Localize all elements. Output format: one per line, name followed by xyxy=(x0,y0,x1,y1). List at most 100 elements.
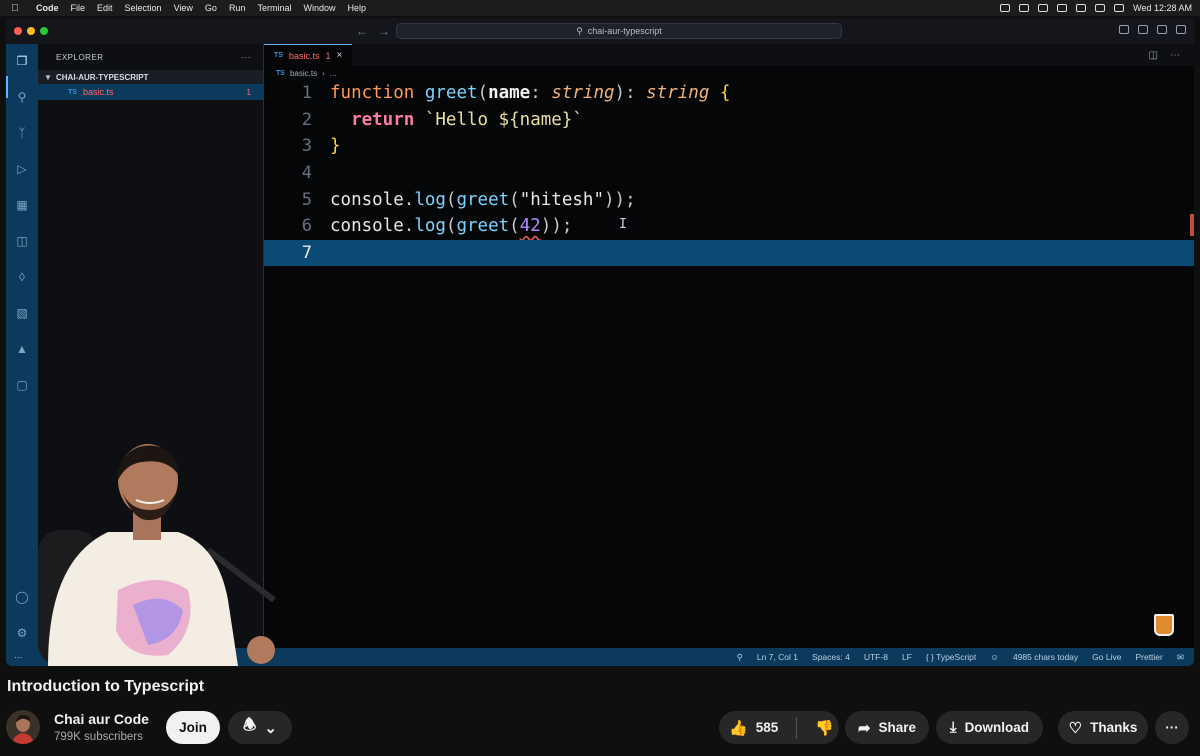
tab-problem-count: 1 xyxy=(325,50,331,61)
bluetooth-icon[interactable] xyxy=(1076,4,1087,12)
close-window-button[interactable] xyxy=(14,27,22,35)
menubar-clock[interactable]: Wed 12:28 AM xyxy=(1133,3,1192,13)
code-line: 5 console. log(greet("hitesh")); xyxy=(264,186,1194,213)
join-button[interactable]: Join xyxy=(166,711,220,744)
shield-icon[interactable] xyxy=(1019,4,1030,12)
explorer-file-item[interactable]: TS basic.ts 1 xyxy=(38,84,263,100)
brace-token: { xyxy=(709,83,731,104)
code-editor[interactable]: 1 function greet(name: string): string { … xyxy=(264,80,1194,267)
notification-bell-button[interactable]: 🕭 ⌄ xyxy=(228,711,292,744)
layers-icon[interactable]: ◊ xyxy=(15,270,29,284)
menu-selection[interactable]: Selection xyxy=(119,3,168,13)
menu-go[interactable]: Go xyxy=(199,3,223,13)
gear-icon[interactable]: ⚙ xyxy=(15,626,29,640)
punctuation-token: ( xyxy=(509,189,520,210)
file-name: basic.ts xyxy=(82,87,114,97)
forward-arrow-icon[interactable]: → xyxy=(378,24,390,38)
explorer-folder[interactable]: ▼ CHAI-AUR-TYPESCRIPT xyxy=(38,70,263,84)
param-token: name xyxy=(488,83,531,104)
method-token: log xyxy=(414,216,446,237)
status-language[interactable]: { } TypeScript xyxy=(926,652,976,662)
punctuation-token: ( xyxy=(445,216,457,237)
explorer-title: EXPLORER xyxy=(56,52,104,62)
search-icon[interactable]: ⚲ xyxy=(737,652,743,663)
menu-terminal[interactable]: Terminal xyxy=(251,3,297,13)
punctuation-token: : xyxy=(530,83,552,104)
toggle-panel-icon[interactable] xyxy=(1157,25,1167,34)
battery-icon[interactable] xyxy=(1057,4,1068,12)
code-line: 2 return `Hello ${name}` xyxy=(264,107,1194,134)
layout-controls xyxy=(1119,25,1186,34)
status-go-live[interactable]: Go Live xyxy=(1092,652,1121,662)
toggle-sidebar-icon[interactable] xyxy=(1138,25,1148,34)
breadcrumb-file[interactable]: basic.ts xyxy=(290,69,317,78)
more-options-button[interactable]: ··· xyxy=(1155,711,1189,744)
keyword-token: return xyxy=(351,109,415,130)
code-line: 6 console. log(greet(42)); I xyxy=(264,213,1194,240)
thumbs-down-icon[interactable]: 👎 xyxy=(815,719,834,737)
punctuation-token: ): xyxy=(614,83,647,104)
like-dislike-group: 👍 585 👎 xyxy=(719,711,839,744)
menu-file[interactable]: File xyxy=(65,3,92,13)
status-chars-today[interactable]: 4985 chars today xyxy=(1013,652,1078,662)
channel-name[interactable]: Chai aur Code xyxy=(54,711,149,727)
split-editor-icon[interactable]: ◫ xyxy=(1149,50,1158,61)
thanks-button[interactable]: ♡ Thanks xyxy=(1058,711,1148,744)
menu-run[interactable]: Run xyxy=(223,3,252,13)
zoom-window-button[interactable] xyxy=(40,27,48,35)
status-cursor-position[interactable]: Ln 7, Col 1 xyxy=(757,652,798,662)
command-center[interactable]: ⚲ chai-aur-typescript xyxy=(396,23,842,39)
toggle-secondary-sidebar-icon[interactable] xyxy=(1176,25,1186,34)
thumbs-up-icon[interactable]: 👍 xyxy=(729,719,748,737)
run-debug-icon[interactable]: ▷ xyxy=(15,162,29,176)
extensions-icon[interactable]: ▦ xyxy=(15,198,29,212)
punctuation-token: )); xyxy=(540,216,573,237)
status-eol[interactable]: LF xyxy=(902,652,912,662)
cube-icon[interactable]: ▢ xyxy=(15,378,29,392)
download-icon: ⤓ xyxy=(949,719,957,736)
terminal-icon[interactable]: ▧ xyxy=(15,306,29,320)
search-icon[interactable]: ⚲ xyxy=(15,90,29,104)
copilot-icon[interactable]: ☺ xyxy=(990,652,999,662)
menu-help[interactable]: Help xyxy=(341,3,372,13)
like-count[interactable]: 585 xyxy=(756,720,779,735)
thanks-label: Thanks xyxy=(1090,720,1138,735)
wifi-icon[interactable] xyxy=(1095,4,1106,12)
record-icon[interactable] xyxy=(1000,4,1011,12)
search-icon: ⚲ xyxy=(576,25,583,36)
explorer-more-button[interactable]: ··· xyxy=(242,53,252,62)
database-icon[interactable]: ◫ xyxy=(15,234,29,248)
editor-tabs: TS basic.ts 1 × xyxy=(264,44,1194,66)
menu-app[interactable]: Code xyxy=(30,3,65,13)
function-name-token: greet xyxy=(456,216,510,237)
close-icon[interactable]: × xyxy=(336,50,342,61)
remote-icon[interactable]: ⋯ xyxy=(14,652,23,663)
prisma-icon[interactable]: ▲ xyxy=(15,342,29,356)
more-actions-icon[interactable]: ⋯ xyxy=(1170,50,1180,61)
keyword-token: function xyxy=(330,83,415,104)
scrollbar-error-marker[interactable] xyxy=(1190,214,1194,236)
menu-window[interactable]: Window xyxy=(297,3,341,13)
breadcrumb-symbol[interactable]: ... xyxy=(330,69,337,78)
back-arrow-icon[interactable]: ← xyxy=(356,24,368,38)
status-encoding[interactable]: UTF-8 xyxy=(864,652,888,662)
punctuation-token: )); xyxy=(604,189,636,210)
avatar[interactable] xyxy=(6,710,40,744)
menu-view[interactable]: View xyxy=(168,3,199,13)
status-prettier[interactable]: Prettier xyxy=(1135,652,1162,662)
minimize-window-button[interactable] xyxy=(27,27,35,35)
notifications-icon[interactable]: ✉ xyxy=(1177,652,1184,663)
source-control-icon[interactable]: ᛉ xyxy=(15,126,29,140)
files-icon[interactable]: ❐ xyxy=(15,54,29,68)
download-button[interactable]: ⤓ Download xyxy=(936,711,1043,744)
share-button[interactable]: ➦ Share xyxy=(845,711,929,744)
account-icon[interactable]: ◯ xyxy=(15,590,29,604)
customize-layout-icon[interactable] xyxy=(1119,25,1129,34)
status-indentation[interactable]: Spaces: 4 xyxy=(812,652,850,662)
tab-basic-ts[interactable]: TS basic.ts 1 × xyxy=(264,44,353,66)
menu-edit[interactable]: Edit xyxy=(91,3,119,13)
display-icon[interactable] xyxy=(1038,4,1049,12)
apple-icon[interactable]:  xyxy=(0,3,30,14)
bell-icon: 🕭 xyxy=(242,717,257,734)
control-center-icon[interactable] xyxy=(1114,4,1125,12)
